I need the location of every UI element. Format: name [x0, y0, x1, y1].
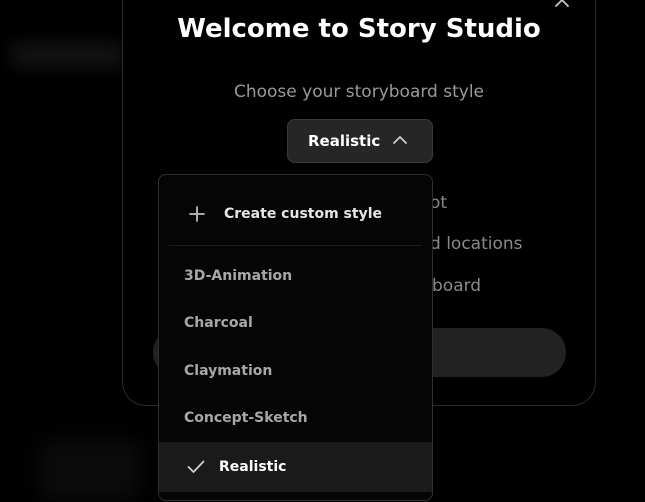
style-option-label: Claymation [184, 363, 273, 379]
style-option-label: 3D-Animation [184, 268, 293, 284]
plus-icon [189, 206, 205, 222]
modal-subtitle: Choose your storyboard style [233, 82, 485, 102]
modal-title: Welcome to Story Studio [177, 14, 541, 44]
style-option-claymation[interactable]: Claymation [159, 349, 432, 393]
style-option-charcoal[interactable]: Charcoal [159, 301, 432, 345]
check-icon [187, 460, 205, 473]
page: Welcome to Story Studio Choose your stor… [0, 0, 645, 502]
hidden-feature-line-2: d locations [430, 234, 523, 254]
style-dropdown-menu: Create custom style 3D-Animation Charcoa… [158, 174, 433, 501]
dropdown-divider [169, 245, 422, 246]
style-option-realistic[interactable]: Realistic [159, 442, 432, 492]
style-option-concept-sketch[interactable]: Concept-Sketch [159, 396, 432, 440]
style-option-3d-animation[interactable]: 3D-Animation [159, 254, 432, 298]
background-blur [10, 42, 125, 68]
style-option-label: Realistic [219, 459, 287, 475]
style-select-button[interactable]: Realistic [287, 119, 433, 163]
create-custom-style-item[interactable]: Create custom style [159, 193, 432, 235]
chevron-up-icon [393, 136, 407, 144]
style-option-label: Charcoal [184, 315, 253, 331]
background-blur-bottom [40, 440, 140, 500]
style-option-label: Concept-Sketch [184, 410, 308, 426]
hidden-feature-line-3: board [432, 276, 482, 296]
create-custom-style-label: Create custom style [224, 206, 382, 222]
style-select-value: Realistic [308, 132, 381, 150]
